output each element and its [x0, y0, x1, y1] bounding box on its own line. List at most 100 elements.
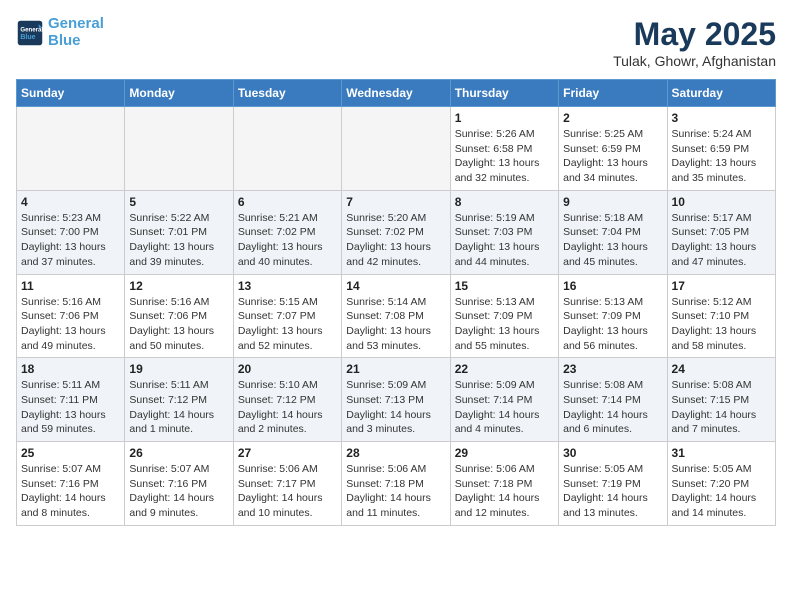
- day-cell-15: 15 Sunrise: 5:13 AMSunset: 7:09 PMDayligh…: [450, 274, 558, 358]
- day-info: Sunrise: 5:24 AMSunset: 6:59 PMDaylight:…: [672, 127, 771, 186]
- day-cell-10: 10Sunrise: 5:17 AMSunset: 7:05 PMDayligh…: [667, 190, 775, 274]
- day-number: 8: [455, 195, 554, 209]
- week-row-1: 1Sunrise: 5:26 AMSunset: 6:58 PMDaylight…: [17, 107, 776, 191]
- day-info: Sunrise: 5:06 AMSunset: 7:17 PMDaylight:…: [238, 462, 337, 521]
- month-title: May 2025: [613, 16, 776, 53]
- day-number: 4: [21, 195, 120, 209]
- day-info: Sunrise: 5:09 AMSunset: 7:14 PMDaylight:…: [455, 378, 554, 437]
- day-cell-31: 31 Sunrise: 5:05 AMSunset: 7:20 PMDayligh…: [667, 442, 775, 526]
- day-info: Sunrise: 5:12 AMSunset: 7:10 PMDaylight:…: [672, 295, 771, 354]
- empty-cell: [125, 107, 233, 191]
- day-cell-24: 24 Sunrise: 5:08 AMSunset: 7:15 PMDayligh…: [667, 358, 775, 442]
- day-info: Sunrise: 5:10 AMSunset: 7:12 PMDaylight:…: [238, 378, 337, 437]
- day-info: Sunrise: 5:19 AMSunset: 7:03 PMDaylight:…: [455, 211, 554, 270]
- weekday-header-thursday: Thursday: [450, 80, 558, 107]
- day-info: Sunrise: 5:07 AMSunset: 7:16 PMDaylight:…: [21, 462, 120, 521]
- day-number: 2: [563, 111, 662, 125]
- day-number: 7: [346, 195, 445, 209]
- day-number: 5: [129, 195, 228, 209]
- day-number: 6: [238, 195, 337, 209]
- day-cell-26: 26Sunrise: 5:07 AMSunset: 7:16 PMDayligh…: [125, 442, 233, 526]
- day-info: Sunrise: 5:22 AMSunset: 7:01 PMDaylight:…: [129, 211, 228, 270]
- day-info: Sunrise: 5:06 AMSunset: 7:18 PMDaylight:…: [455, 462, 554, 521]
- day-cell-9: 9 Sunrise: 5:18 AMSunset: 7:04 PMDaylight…: [559, 190, 667, 274]
- weekday-header-tuesday: Tuesday: [233, 80, 341, 107]
- day-cell-21: 21 Sunrise: 5:09 AMSunset: 7:13 PMDayligh…: [342, 358, 450, 442]
- page-header: General Blue GeneralBlue May 2025 Tulak,…: [16, 16, 776, 69]
- day-number: 19: [129, 362, 228, 376]
- day-info: Sunrise: 5:05 AMSunset: 7:19 PMDaylight:…: [563, 462, 662, 521]
- day-cell-29: 29 Sunrise: 5:06 AMSunset: 7:18 PMDayligh…: [450, 442, 558, 526]
- week-row-3: 11 Sunrise: 5:16 AMSunset: 7:06 PMDayligh…: [17, 274, 776, 358]
- weekday-header-saturday: Saturday: [667, 80, 775, 107]
- day-info: Sunrise: 5:21 AMSunset: 7:02 PMDaylight:…: [238, 211, 337, 270]
- svg-text:Blue: Blue: [20, 34, 35, 41]
- day-info: Sunrise: 5:18 AMSunset: 7:04 PMDaylight:…: [563, 211, 662, 270]
- day-number: 17: [672, 279, 771, 293]
- day-info: Sunrise: 5:13 AMSunset: 7:09 PMDaylight:…: [455, 295, 554, 354]
- day-cell-11: 11 Sunrise: 5:16 AMSunset: 7:06 PMDayligh…: [17, 274, 125, 358]
- logo-icon: General Blue: [16, 19, 44, 47]
- week-row-4: 18 Sunrise: 5:11 AMSunset: 7:11 PMDayligh…: [17, 358, 776, 442]
- day-cell-27: 27Sunrise: 5:06 AMSunset: 7:17 PMDayligh…: [233, 442, 341, 526]
- day-number: 22: [455, 362, 554, 376]
- day-info: Sunrise: 5:05 AMSunset: 7:20 PMDaylight:…: [672, 462, 771, 521]
- location: Tulak, Ghowr, Afghanistan: [613, 53, 776, 69]
- day-cell-5: 5 Sunrise: 5:22 AMSunset: 7:01 PMDaylight…: [125, 190, 233, 274]
- day-cell-18: 18 Sunrise: 5:11 AMSunset: 7:11 PMDayligh…: [17, 358, 125, 442]
- day-number: 20: [238, 362, 337, 376]
- day-cell-4: 4 Sunrise: 5:23 AMSunset: 7:00 PMDaylight…: [17, 190, 125, 274]
- day-cell-6: 6 Sunrise: 5:21 AMSunset: 7:02 PMDaylight…: [233, 190, 341, 274]
- week-row-5: 25 Sunrise: 5:07 AMSunset: 7:16 PMDayligh…: [17, 442, 776, 526]
- day-number: 25: [21, 446, 120, 460]
- day-cell-14: 14Sunrise: 5:14 AMSunset: 7:08 PMDayligh…: [342, 274, 450, 358]
- day-info: Sunrise: 5:09 AMSunset: 7:13 PMDaylight:…: [346, 378, 445, 437]
- day-number: 16: [563, 279, 662, 293]
- day-info: Sunrise: 5:15 AMSunset: 7:07 PMDaylight:…: [238, 295, 337, 354]
- day-number: 9: [563, 195, 662, 209]
- day-number: 1: [455, 111, 554, 125]
- day-cell-30: 30Sunrise: 5:05 AMSunset: 7:19 PMDayligh…: [559, 442, 667, 526]
- weekday-header-sunday: Sunday: [17, 80, 125, 107]
- day-cell-12: 12Sunrise: 5:16 AMSunset: 7:06 PMDayligh…: [125, 274, 233, 358]
- day-number: 13: [238, 279, 337, 293]
- day-number: 15: [455, 279, 554, 293]
- day-info: Sunrise: 5:23 AMSunset: 7:00 PMDaylight:…: [21, 211, 120, 270]
- day-cell-25: 25 Sunrise: 5:07 AMSunset: 7:16 PMDayligh…: [17, 442, 125, 526]
- day-info: Sunrise: 5:08 AMSunset: 7:15 PMDaylight:…: [672, 378, 771, 437]
- weekday-header-monday: Monday: [125, 80, 233, 107]
- day-cell-23: 23Sunrise: 5:08 AMSunset: 7:14 PMDayligh…: [559, 358, 667, 442]
- day-cell-1: 1Sunrise: 5:26 AMSunset: 6:58 PMDaylight…: [450, 107, 558, 191]
- title-block: May 2025 Tulak, Ghowr, Afghanistan: [613, 16, 776, 69]
- empty-cell: [17, 107, 125, 191]
- empty-cell: [233, 107, 341, 191]
- calendar-table: SundayMondayTuesdayWednesdayThursdayFrid…: [16, 79, 776, 526]
- day-number: 18: [21, 362, 120, 376]
- day-number: 31: [672, 446, 771, 460]
- day-info: Sunrise: 5:16 AMSunset: 7:06 PMDaylight:…: [21, 295, 120, 354]
- day-number: 29: [455, 446, 554, 460]
- day-info: Sunrise: 5:20 AMSunset: 7:02 PMDaylight:…: [346, 211, 445, 270]
- day-number: 28: [346, 446, 445, 460]
- day-number: 24: [672, 362, 771, 376]
- day-cell-13: 13 Sunrise: 5:15 AMSunset: 7:07 PMDayligh…: [233, 274, 341, 358]
- weekday-header-wednesday: Wednesday: [342, 80, 450, 107]
- day-number: 23: [563, 362, 662, 376]
- day-number: 3: [672, 111, 771, 125]
- day-info: Sunrise: 5:11 AMSunset: 7:12 PMDaylight:…: [129, 378, 228, 437]
- day-cell-3: 3 Sunrise: 5:24 AMSunset: 6:59 PMDaylight…: [667, 107, 775, 191]
- day-cell-19: 19 Sunrise: 5:11 AMSunset: 7:12 PMDayligh…: [125, 358, 233, 442]
- day-number: 11: [21, 279, 120, 293]
- day-number: 21: [346, 362, 445, 376]
- day-info: Sunrise: 5:11 AMSunset: 7:11 PMDaylight:…: [21, 378, 120, 437]
- day-cell-22: 22 Sunrise: 5:09 AMSunset: 7:14 PMDayligh…: [450, 358, 558, 442]
- day-cell-17: 17 Sunrise: 5:12 AMSunset: 7:10 PMDayligh…: [667, 274, 775, 358]
- logo-text: GeneralBlue: [48, 16, 104, 49]
- day-cell-28: 28Sunrise: 5:06 AMSunset: 7:18 PMDayligh…: [342, 442, 450, 526]
- weekday-header-friday: Friday: [559, 80, 667, 107]
- day-cell-8: 8 Sunrise: 5:19 AMSunset: 7:03 PMDaylight…: [450, 190, 558, 274]
- day-cell-7: 7 Sunrise: 5:20 AMSunset: 7:02 PMDaylight…: [342, 190, 450, 274]
- empty-cell: [342, 107, 450, 191]
- day-number: 10: [672, 195, 771, 209]
- day-number: 12: [129, 279, 228, 293]
